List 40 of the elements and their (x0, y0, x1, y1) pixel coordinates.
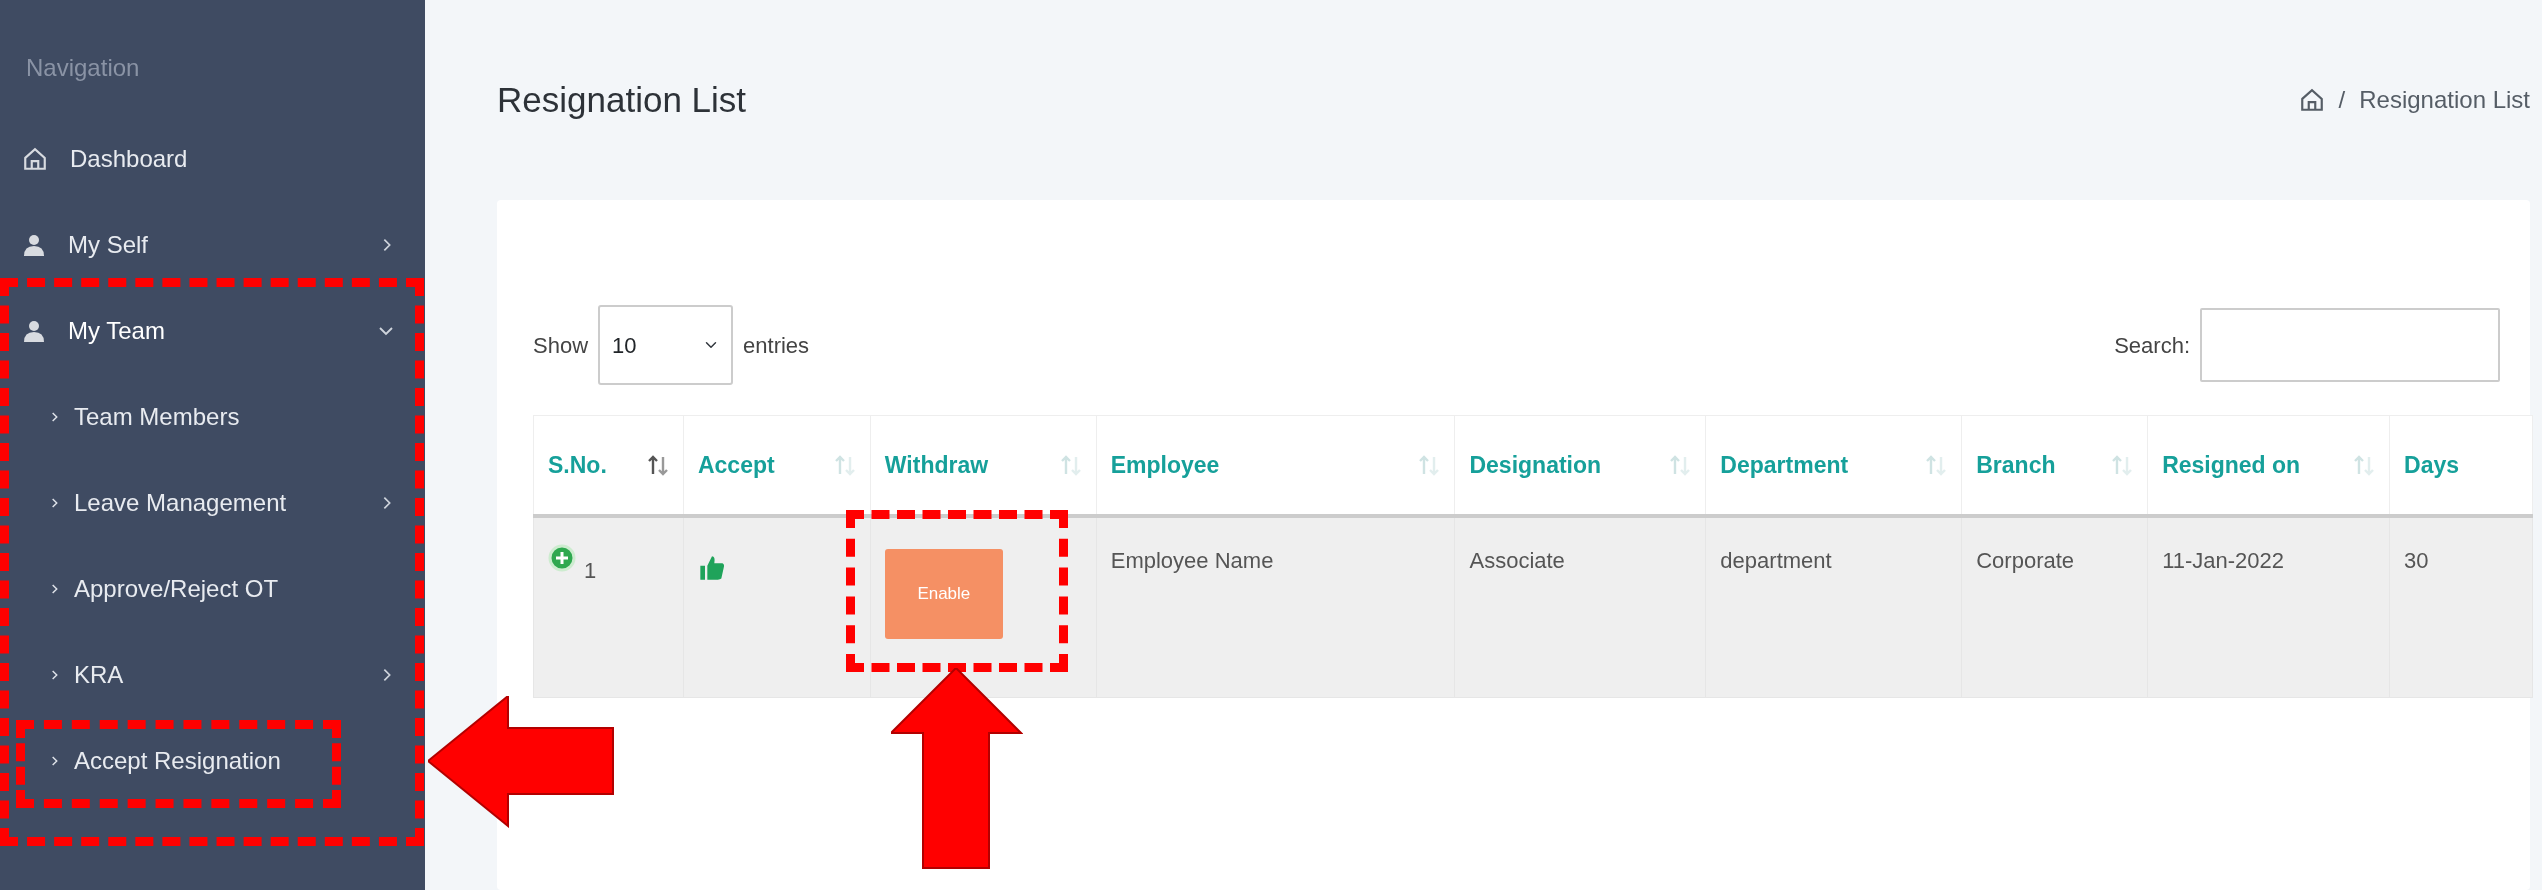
search-label: Search: (2114, 331, 2190, 360)
show-label: Show (533, 331, 589, 360)
column-header[interactable]: Accept (683, 415, 871, 516)
table-cell: 30 (2389, 515, 2533, 698)
sidebar-item[interactable]: My Self (0, 202, 425, 288)
home-icon[interactable] (2298, 87, 2325, 113)
sidebar-item[interactable]: Dashboard (0, 116, 425, 202)
table-cell: Associate (1454, 515, 1706, 698)
breadcrumb-current: Resignation List (2359, 85, 2530, 115)
breadcrumb-separator: / (2338, 85, 2346, 115)
sidebar-item[interactable]: Approve/Reject OT (0, 546, 425, 632)
sidebar-item[interactable]: Leave Management (0, 460, 425, 546)
sidebar-item[interactable]: Accept Resignation (0, 718, 425, 804)
home-icon (22, 146, 48, 172)
column-header[interactable]: Designation (1454, 415, 1706, 516)
entries-label: entries (743, 331, 810, 360)
column-header[interactable]: Department (1705, 415, 1962, 516)
table-cell: Employee Name (1096, 515, 1455, 698)
table-cell: department (1705, 515, 1962, 698)
user-icon (22, 232, 46, 258)
enable-button[interactable]: Enable (884, 548, 1003, 639)
table-cell: Corporate (1961, 515, 2148, 698)
user-icon (22, 318, 46, 344)
column-header[interactable]: Days (2389, 415, 2533, 516)
sidebar-item[interactable]: KRA (0, 632, 425, 718)
column-header[interactable]: Withdraw (870, 415, 1097, 516)
table-cell: 11-Jan-2022 (2147, 515, 2390, 698)
thumbs-up-icon[interactable] (697, 553, 726, 582)
sidebar-item[interactable]: My Team (0, 288, 425, 374)
sidebar-heading: Navigation (25, 53, 140, 83)
sidebar-item[interactable]: Team Members (0, 374, 425, 460)
entries-select[interactable]: 10 (598, 305, 734, 385)
column-header[interactable]: S.No. (533, 415, 684, 516)
column-header[interactable]: Employee (1096, 415, 1455, 516)
table-cell-text: 1 (584, 556, 597, 585)
search-field[interactable] (2200, 308, 2500, 382)
page-title: Resignation List (497, 79, 747, 121)
plus-circle-icon (548, 543, 576, 572)
column-header[interactable]: Branch (1961, 415, 2148, 516)
column-header[interactable]: Resigned on (2147, 415, 2390, 516)
